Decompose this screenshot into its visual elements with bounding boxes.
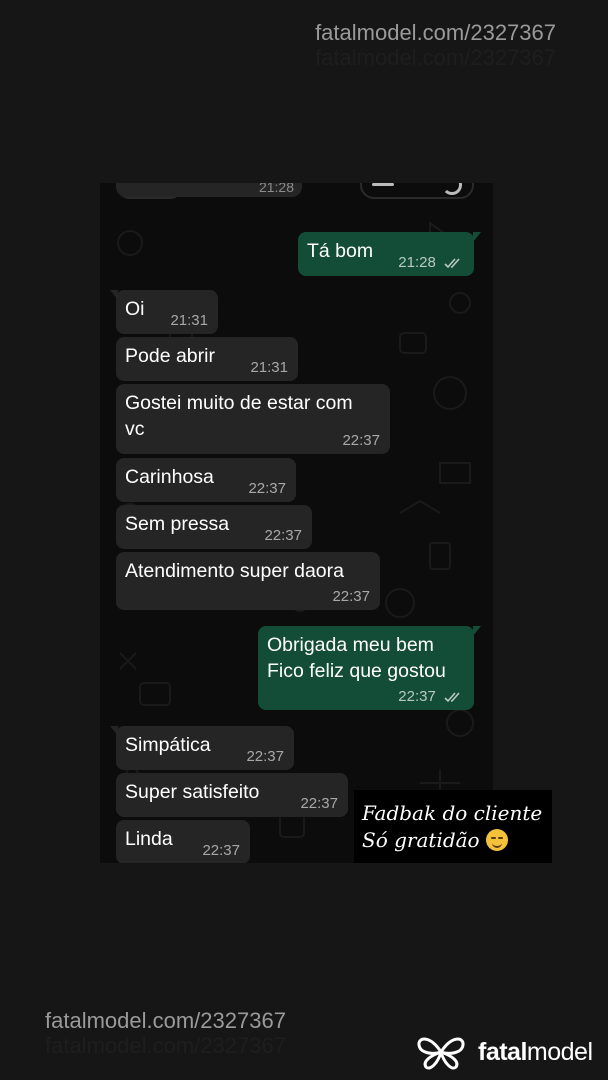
message-incoming[interactable]: Oi 21:31 <box>110 290 218 334</box>
message-text: Carinhosa <box>125 466 214 488</box>
message-text: Super satisfeito <box>125 781 260 803</box>
caption-line-with-emoji: Só gratidão <box>362 827 544 854</box>
smiling-face-icon <box>485 829 508 851</box>
message-incoming[interactable]: Sem pressa 22:37 <box>116 505 312 549</box>
story-caption: Fadbak do cliente Só gratidão <box>354 790 552 863</box>
watermark-url-shadow: fatalmodel.com/2327367 <box>45 1033 286 1058</box>
message-incoming[interactable]: Gostei muito de estar com vc 22:37 <box>116 384 390 454</box>
message-text-line: Gostei muito de estar com <box>125 392 353 414</box>
message-time: 21:31 <box>250 359 288 376</box>
message-text: Oi <box>125 298 145 320</box>
caption-line: Fadbak do cliente <box>362 801 543 825</box>
previous-message-bubble: 21:28 <box>116 183 302 197</box>
message-text: Sem pressa <box>125 513 230 535</box>
logo-wordmark: fatalmodel <box>478 1038 593 1067</box>
message-time-with-ticks: 21:28 <box>398 254 464 272</box>
message-incoming[interactable]: Atendimento super daora 22:37 <box>116 552 380 610</box>
message-time-with-ticks: 22:37 <box>398 688 464 706</box>
fatalmodel-logo-icon <box>417 1037 465 1070</box>
bubble-tail <box>110 726 118 736</box>
fatalmodel-logo: fatalmodel <box>416 1032 593 1072</box>
message-text-line: Fico feliz que gostou <box>267 660 446 682</box>
message-time: 22:37 <box>264 527 302 544</box>
message-outgoing[interactable]: Tá bom 21:28 <box>298 232 481 276</box>
message-text: Atendimento super daora <box>125 560 344 582</box>
watermark-url-shadow: fatalmodel.com/2327367 <box>315 45 556 70</box>
message-text: Pode abrir <box>125 345 215 367</box>
message-time: 22:37 <box>398 688 436 705</box>
watermark-url: fatalmodel.com/2327367 <box>315 20 556 45</box>
watermark-top: fatalmodel.com/2327367 fatalmodel.com/23… <box>315 20 556 70</box>
read-ticks-icon <box>444 692 460 703</box>
message-incoming[interactable]: Linda 22:37 <box>116 820 250 863</box>
message-time: 22:37 <box>332 588 370 605</box>
watermark-bottom: fatalmodel.com/2327367 fatalmodel.com/23… <box>45 1008 286 1058</box>
message-time: 22:37 <box>248 480 286 497</box>
message-time: 22:37 <box>342 432 380 449</box>
message-time: 22:37 <box>300 795 338 812</box>
bubble-tail <box>473 626 481 636</box>
caption-line: Só gratidão <box>362 828 480 852</box>
message-time: 21:31 <box>170 312 208 329</box>
message-incoming[interactable]: Simpática 22:37 <box>110 726 294 770</box>
logo-wordmark-bold: fatal <box>478 1037 527 1066</box>
read-ticks-icon <box>444 258 460 269</box>
message-text: Simpática <box>125 734 211 756</box>
bubble-tail <box>110 290 118 300</box>
message-incoming[interactable]: Carinhosa 22:37 <box>116 458 296 502</box>
logo-wordmark-regular: model <box>526 1037 593 1066</box>
message-text: Linda <box>125 828 173 850</box>
message-time: 21:28 <box>258 183 294 195</box>
message-time: 21:28 <box>398 254 436 271</box>
message-incoming[interactable]: Pode abrir 21:31 <box>116 337 298 381</box>
message-text: Tá bom <box>307 240 374 262</box>
message-outgoing[interactable]: Obrigada meu bem Fico feliz que gostou 2… <box>258 626 481 710</box>
bubble-tail <box>473 232 481 242</box>
watermark-url: fatalmodel.com/2327367 <box>45 1008 286 1033</box>
chat-screenshot: 21:28 Tá bom 21:28 Oi 21:31 Pode abrir 2… <box>100 183 493 863</box>
message-time: 22:37 <box>246 748 284 765</box>
video-call-icon[interactable] <box>372 183 394 186</box>
message-text-line: Obrigada meu bem <box>267 634 434 656</box>
message-time: 22:37 <box>202 842 240 859</box>
message-incoming[interactable]: Super satisfeito 22:37 <box>116 773 348 817</box>
